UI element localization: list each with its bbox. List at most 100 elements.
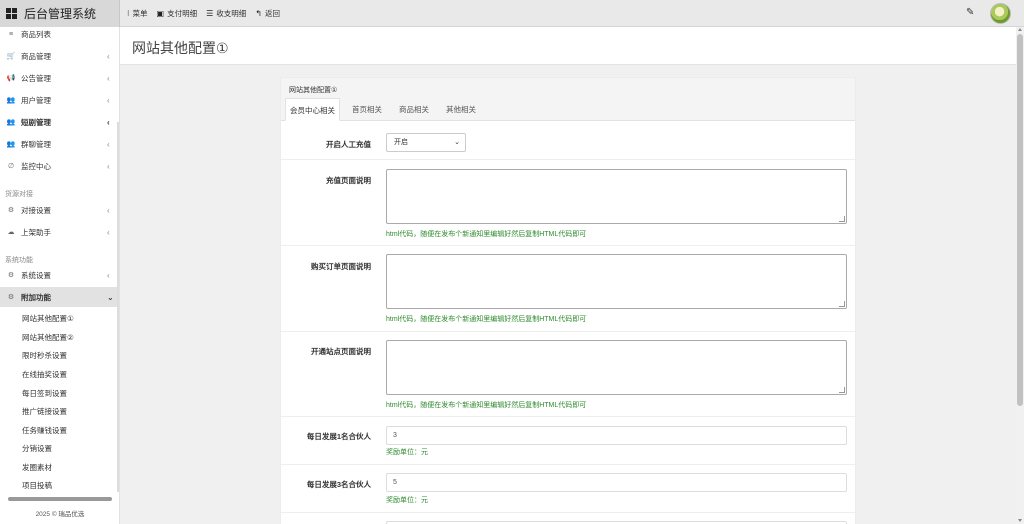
site-desc-label: 开通站点页面说明 bbox=[311, 347, 371, 356]
back-link[interactable]: ↰ 返回 bbox=[255, 8, 280, 19]
resize-grip-icon[interactable] bbox=[839, 387, 845, 393]
sidebar-item-user-manage[interactable]: 👥 用户管理 ‹ bbox=[0, 90, 119, 110]
recharge-desc-label: 充值页面说明 bbox=[326, 176, 371, 185]
site-desc-textarea[interactable] bbox=[386, 340, 847, 395]
partner1-input[interactable]: 3 bbox=[386, 426, 847, 445]
sidebar-item-listing-helper[interactable]: ☁ 上架助手 ‹ bbox=[0, 222, 119, 242]
sidebar-subitem-site-config-1[interactable]: 网站其他配置① bbox=[22, 313, 74, 324]
tab-homepage[interactable]: 首页相关 bbox=[352, 98, 382, 121]
chevron-down-icon: ⌄ bbox=[107, 292, 114, 302]
sidebar-item-label: 公告管理 bbox=[21, 73, 51, 83]
sidebar-horizontal-scrollbar[interactable] bbox=[8, 497, 112, 501]
sidebar-item-label: 短剧管理 bbox=[21, 117, 51, 127]
payment-details-link[interactable]: ▣ 支付明细 bbox=[157, 8, 198, 19]
sidebar-item-notice-manage[interactable]: 📢 公告管理 ‹ bbox=[0, 68, 119, 88]
chevron-left-icon: ‹ bbox=[107, 161, 110, 171]
brand-title: 后台管理系统 bbox=[24, 7, 97, 21]
sidebar-vertical-scrollbar[interactable] bbox=[117, 122, 119, 492]
sidebar-item-label: 附加功能 bbox=[21, 292, 51, 302]
partner1-hint: 奖励单位：元 bbox=[386, 449, 428, 456]
payment-icon: ▣ bbox=[156, 9, 165, 18]
sidebar-subitem-promo-link[interactable]: 推广链接设置 bbox=[22, 406, 67, 417]
nav-label: 收支明细 bbox=[216, 9, 247, 18]
sidebar-subitem-distribution[interactable]: 分销设置 bbox=[22, 443, 52, 454]
chevron-left-icon: ‹ bbox=[107, 51, 110, 61]
sidebar-item-product-list[interactable]: ≡ 商品列表 bbox=[0, 27, 119, 44]
scrollbar-thumb[interactable] bbox=[1017, 34, 1023, 406]
card-title: 网站其他配置① bbox=[289, 87, 338, 94]
recharge-desc-hint: html代码，随便在发布个新通知里编辑好然后复制HTML代码即可 bbox=[386, 231, 587, 238]
settings-card: 网站其他配置① 会员中心相关 首页相关 商品相关 其他相关 开启人工充值 开启 … bbox=[280, 77, 856, 524]
scroll-up-icon[interactable] bbox=[1018, 28, 1022, 31]
divider bbox=[281, 159, 855, 160]
scroll-down-icon[interactable] bbox=[1018, 519, 1022, 522]
divider bbox=[281, 416, 855, 417]
sidebar-item-label: 商品管理 bbox=[21, 51, 51, 61]
sidebar-item-label: 商品列表 bbox=[21, 29, 51, 39]
income-expense-link[interactable]: ☰ 收支明细 bbox=[206, 8, 246, 19]
cloud-icon: ☁ bbox=[7, 229, 15, 236]
menu-toggle-button[interactable]: ⁝ 菜单 bbox=[127, 8, 148, 19]
resize-grip-icon[interactable] bbox=[839, 301, 845, 307]
order-desc-textarea[interactable] bbox=[386, 254, 847, 309]
nav-label: 返回 bbox=[264, 9, 280, 18]
sidebar-subitem-checkin[interactable]: 每日签到设置 bbox=[22, 388, 67, 399]
chevron-left-icon: ‹ bbox=[107, 117, 110, 127]
sidebar-item-label: 监控中心 bbox=[21, 161, 51, 171]
sidebar-item-label: 上架助手 bbox=[21, 227, 51, 237]
brand[interactable]: 后台管理系统 bbox=[0, 0, 120, 27]
back-arrow-icon: ↰ bbox=[255, 9, 262, 18]
chevron-left-icon: ‹ bbox=[107, 95, 110, 105]
tab-products[interactable]: 商品相关 bbox=[399, 98, 429, 121]
menu-icon: ⁝ bbox=[127, 9, 130, 18]
card-header: 网站其他配置① bbox=[281, 78, 855, 98]
resize-grip-icon[interactable] bbox=[839, 216, 845, 222]
sidebar-subitem-project-submit[interactable]: 项目投稿 bbox=[22, 480, 52, 491]
wrench-icon[interactable]: ✎ bbox=[966, 7, 974, 18]
sidebar-item-short-drama[interactable]: 👥 短剧管理 ‹ bbox=[0, 112, 119, 132]
sidebar-item-dock-settings[interactable]: ⚙ 对接设置 ‹ bbox=[0, 200, 119, 220]
windows-icon bbox=[6, 8, 17, 19]
sidebar-subitem-moments-material[interactable]: 发圈素材 bbox=[22, 462, 52, 473]
site-desc-hint: html代码，随便在发布个新通知里编辑好然后复制HTML代码即可 bbox=[386, 402, 587, 409]
divider bbox=[281, 464, 855, 465]
chevron-left-icon: ‹ bbox=[107, 270, 110, 280]
sidebar-subitem-flash-sale[interactable]: 限时秒杀设置 bbox=[22, 350, 67, 361]
top-nav: ⁝ 菜单 ▣ 支付明细 ☰ 收支明细 ↰ 返回 bbox=[127, 0, 289, 27]
sidebar-footer: 2025 © 瑞品优选 bbox=[35, 511, 85, 518]
sidebar-subitem-site-config-2[interactable]: 网站其他配置② bbox=[22, 332, 74, 343]
users-icon: 👥 bbox=[6, 97, 16, 104]
order-desc-label: 购买订单页面说明 bbox=[311, 262, 371, 271]
tab-member-center[interactable]: 会员中心相关 bbox=[285, 98, 340, 121]
partner1-label: 每日发展1名合伙人 bbox=[306, 432, 371, 441]
manual-recharge-select[interactable]: 开启 ⌄ bbox=[386, 133, 466, 152]
gear-icon: ⚙ bbox=[7, 272, 15, 279]
leaf-icon: ∅ bbox=[7, 163, 15, 170]
tab-bar: 会员中心相关 首页相关 商品相关 其他相关 bbox=[281, 98, 855, 121]
chevron-left-icon: ‹ bbox=[107, 205, 110, 215]
chevron-left-icon: ‹ bbox=[107, 73, 110, 83]
chevron-down-icon: ⌄ bbox=[454, 139, 460, 146]
sidebar-item-product-manage[interactable]: 🛒 商品管理 ‹ bbox=[0, 46, 119, 66]
manual-recharge-value: 开启 bbox=[394, 139, 408, 146]
recharge-desc-textarea[interactable] bbox=[386, 169, 847, 224]
chevron-left-icon: ‹ bbox=[107, 227, 110, 237]
order-desc-hint: html代码，随便在发布个新通知里编辑好然后复制HTML代码即可 bbox=[386, 316, 587, 323]
users-icon: 👥 bbox=[6, 119, 16, 126]
main-content: 网站其他配置① 网站其他配置① 会员中心相关 首页相关 商品相关 其他相关 开启… bbox=[120, 27, 1017, 524]
sidebar-item-group-chat[interactable]: 👥 群聊管理 ‹ bbox=[0, 134, 119, 154]
page-title: 网站其他配置① bbox=[132, 40, 229, 56]
sidebar-item-monitor[interactable]: ∅ 监控中心 ‹ bbox=[0, 156, 119, 176]
sidebar-section-dock: 货源对接 bbox=[5, 191, 33, 198]
partner3-input[interactable]: 5 bbox=[386, 473, 847, 492]
nav-label: 支付明细 bbox=[167, 9, 198, 18]
sidebar-subitem-lottery[interactable]: 在线抽奖设置 bbox=[22, 369, 67, 380]
sidebar-subitem-task-earn[interactable]: 任务赚钱设置 bbox=[22, 425, 67, 436]
avatar[interactable] bbox=[990, 3, 1011, 24]
tab-others[interactable]: 其他相关 bbox=[446, 98, 476, 121]
sidebar-item-addons[interactable]: ⚙ 附加功能 ⌄ bbox=[0, 287, 119, 307]
page-scrollbar[interactable] bbox=[1016, 27, 1024, 524]
cart-icon: 🛒 bbox=[6, 53, 16, 60]
page-header: 网站其他配置① bbox=[120, 27, 1017, 65]
sidebar-item-system-settings[interactable]: ⚙ 系统设置 ‹ bbox=[0, 265, 119, 285]
